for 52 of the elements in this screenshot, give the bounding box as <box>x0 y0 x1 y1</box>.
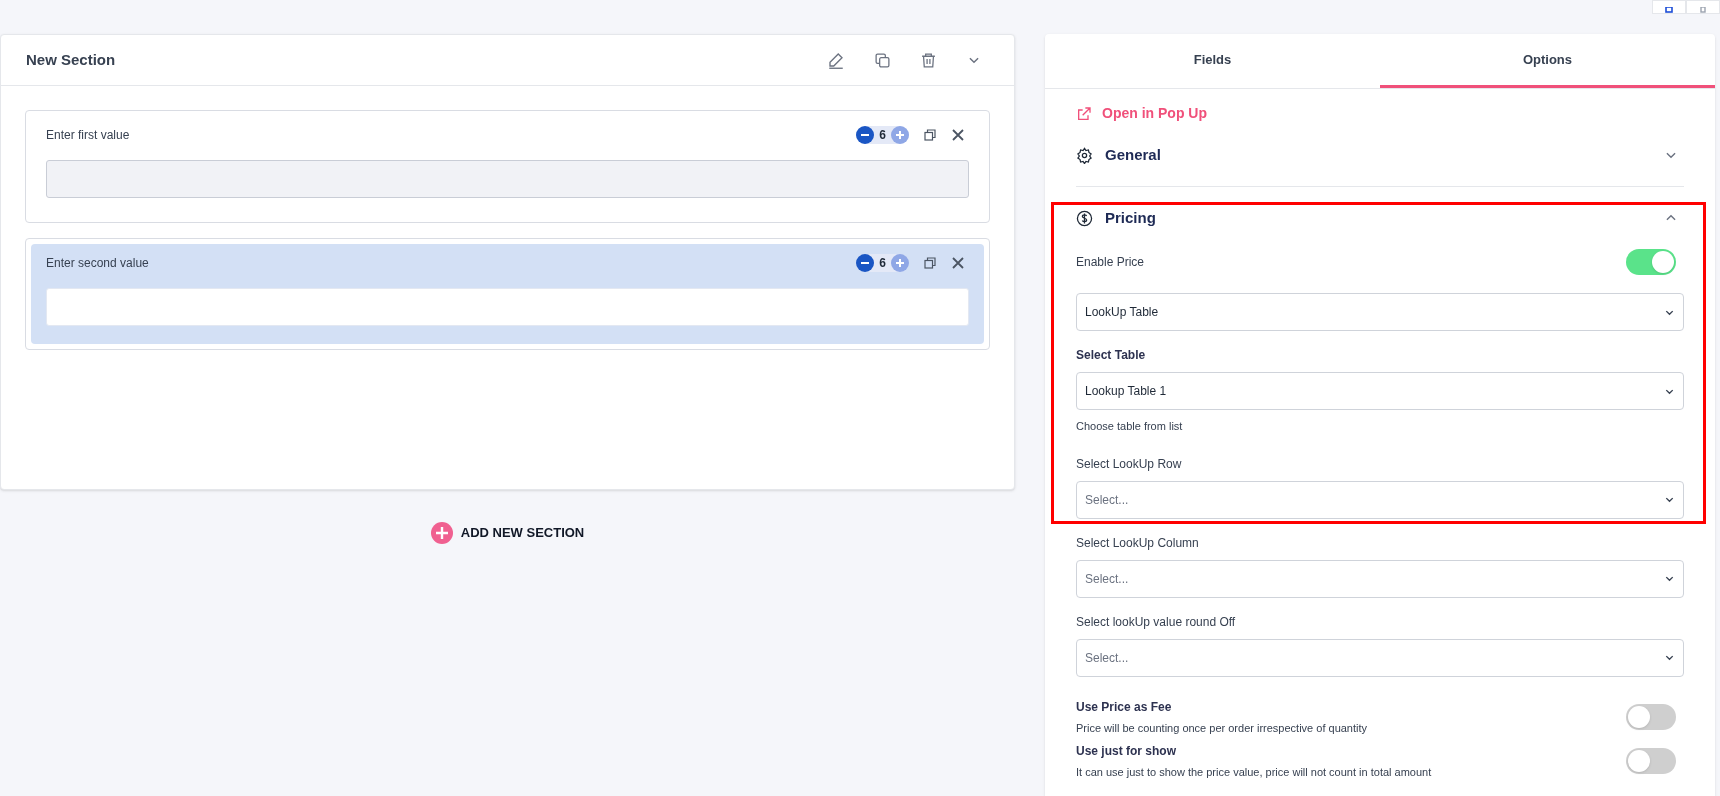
device-icon <box>1665 7 1673 13</box>
column-count: 6 <box>878 127 887 144</box>
plus-icon <box>895 258 905 268</box>
copy-button[interactable] <box>923 256 937 270</box>
desktop-view-button[interactable] <box>1652 0 1686 14</box>
column-count: 6 <box>878 255 887 272</box>
select-field[interactable]: LookUp Table <box>1076 293 1684 331</box>
field-label: Select Table <box>1076 347 1147 364</box>
field-label: Select LookUp Row <box>1076 455 1183 473</box>
field-label: Select LookUp Column <box>1076 534 1200 552</box>
toggle-switch[interactable] <box>1626 748 1676 775</box>
option-label: Use just for show <box>1076 743 1177 760</box>
minus-icon <box>861 134 870 136</box>
help-text: Choose table from list <box>1076 419 1184 434</box>
option-description: It can use just to show the price value, price will not count in total amount <box>1076 765 1432 780</box>
external-link-icon <box>1076 105 1092 122</box>
gear-icon <box>1076 146 1093 164</box>
select-field[interactable]: Select... <box>1076 559 1684 598</box>
plus-icon <box>895 130 905 140</box>
field-label: Enter first value <box>46 127 130 144</box>
copy-icon <box>873 51 891 69</box>
copy-icon <box>924 257 936 269</box>
toggle-switch[interactable] <box>1626 703 1676 730</box>
option-label: Use Price as Fee <box>1076 698 1173 716</box>
panel-tab[interactable]: Fields <box>1045 34 1380 88</box>
copy-icon <box>924 129 936 141</box>
option-description: Price will be counting once per order irrespective of quantity <box>1076 720 1368 736</box>
accordion-header[interactable]: Pricing <box>1076 187 1684 249</box>
add-section-button[interactable]: ADD NEW SECTION <box>430 522 585 544</box>
panel-tab[interactable]: Options <box>1380 34 1715 88</box>
decrease-button[interactable] <box>856 254 875 272</box>
close-icon <box>952 129 964 141</box>
field-card[interactable]: Enter second value 6 <box>25 238 990 350</box>
select-field[interactable]: Select... <box>1076 638 1684 677</box>
select-field[interactable]: Select... <box>1076 480 1684 519</box>
trash-icon <box>919 51 937 69</box>
field-label: Enter second value <box>46 255 149 272</box>
toggle-switch[interactable] <box>1626 249 1676 275</box>
pencil-icon <box>827 51 845 69</box>
dollar-circle-icon <box>1076 209 1093 227</box>
field-label: Select lookUp value round Off <box>1076 613 1237 631</box>
device-icon <box>1700 7 1706 13</box>
option-label: Enable Price <box>1076 254 1145 271</box>
increase-button[interactable] <box>891 254 909 272</box>
select-field[interactable]: Lookup Table 1 <box>1076 372 1684 410</box>
close-button[interactable] <box>951 256 965 270</box>
section-title: New Section <box>26 49 116 70</box>
accordion-header[interactable]: General <box>1076 124 1684 186</box>
input-field[interactable] <box>46 288 969 326</box>
plus-circle-icon <box>430 522 453 544</box>
close-icon <box>952 257 964 269</box>
minus-icon <box>861 262 870 264</box>
